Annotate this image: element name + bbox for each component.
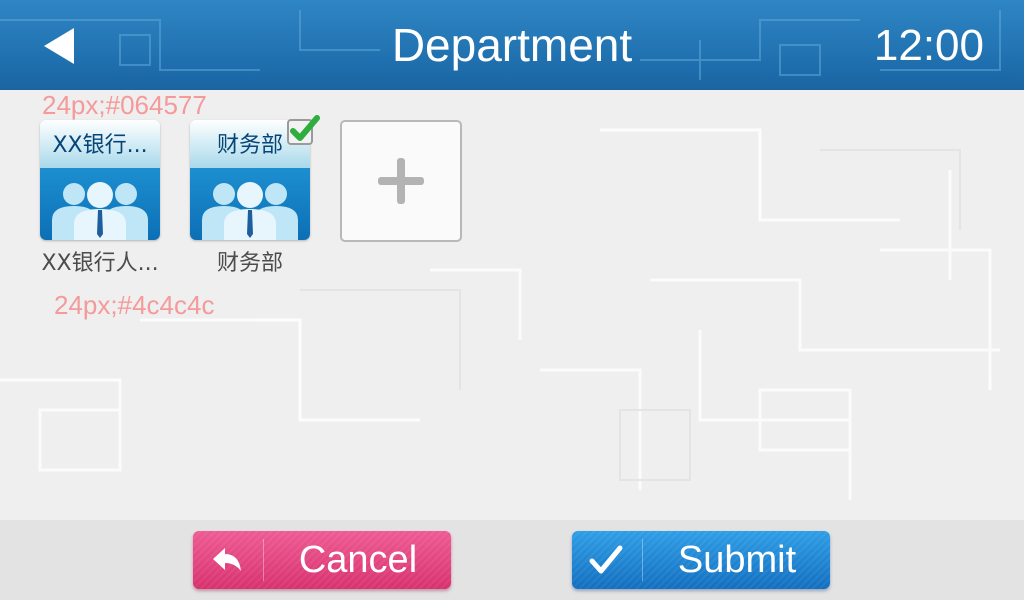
header-bar: Department 12:00 xyxy=(0,0,1024,90)
button-divider xyxy=(263,539,264,581)
annotation-label-spec: 24px;#4c4c4c xyxy=(54,290,215,320)
button-divider xyxy=(642,539,643,581)
plus-icon xyxy=(378,158,424,204)
department-label: 财务部 xyxy=(216,251,283,276)
tile-title: XX银行... xyxy=(40,120,160,168)
department-label: XX银行人... xyxy=(41,251,159,276)
reply-arrow-icon xyxy=(213,548,241,571)
checkmark-icon xyxy=(589,545,623,574)
cancel-label: Cancel xyxy=(298,539,418,581)
clock: 12:00 xyxy=(873,21,984,70)
cancel-button[interactable]: Cancel xyxy=(193,531,451,589)
tile-image xyxy=(40,168,160,240)
submit-button[interactable]: Submit xyxy=(572,531,830,589)
group-people-icon xyxy=(202,182,298,240)
department-tile-bank[interactable]: XX银行... xyxy=(40,120,160,240)
page-title: Department xyxy=(391,19,633,71)
annotation-title-spec: 24px;#064577 xyxy=(42,90,207,120)
add-department-button[interactable] xyxy=(340,120,462,242)
submit-label: Submit xyxy=(677,539,797,581)
bottom-action-bar xyxy=(0,520,1024,600)
group-people-icon xyxy=(52,182,148,240)
selected-checkbox-icon[interactable] xyxy=(286,114,320,148)
tile-image xyxy=(190,168,310,240)
